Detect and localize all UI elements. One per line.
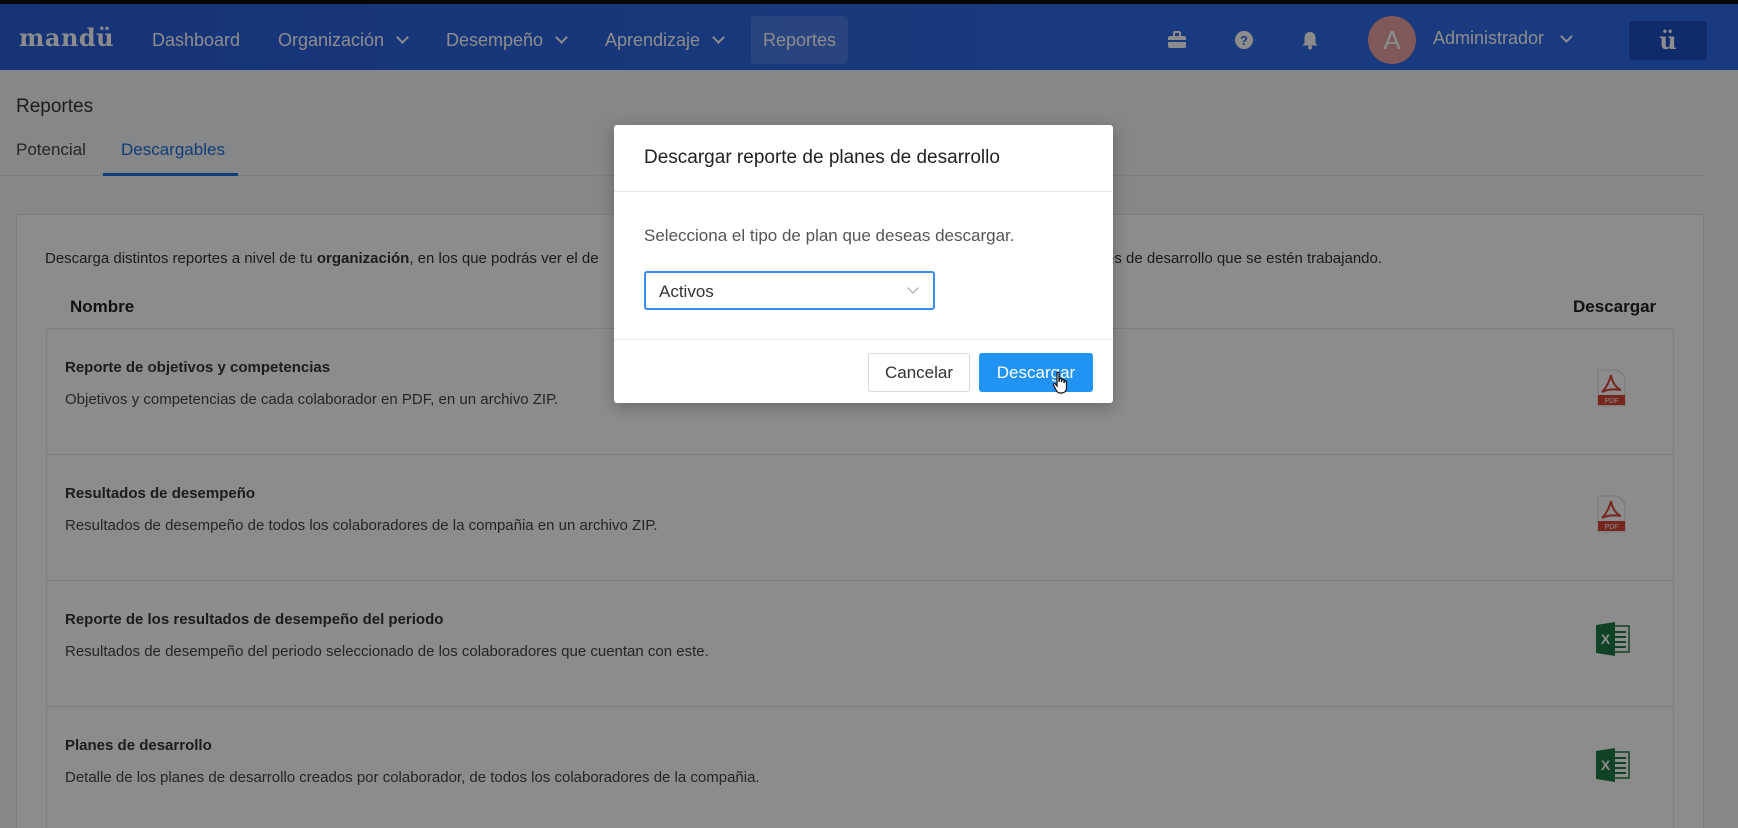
select-value: Activos [659, 282, 714, 301]
modal-title: Descargar reporte de planes de desarroll… [644, 147, 1000, 168]
download-report-modal: Descargar reporte de planes de desarroll… [614, 125, 1113, 403]
hand-pointer-cursor-icon [1052, 371, 1070, 400]
chevron-down-icon [907, 282, 919, 294]
modal-prompt: Selecciona el tipo de plan que deseas de… [644, 226, 1015, 245]
modal-header: Descargar reporte de planes de desarroll… [614, 125, 1113, 192]
plan-type-select[interactable]: Activos [644, 271, 935, 310]
cancel-button[interactable]: Cancelar [868, 353, 970, 392]
download-button[interactable]: Descargar [979, 353, 1093, 392]
